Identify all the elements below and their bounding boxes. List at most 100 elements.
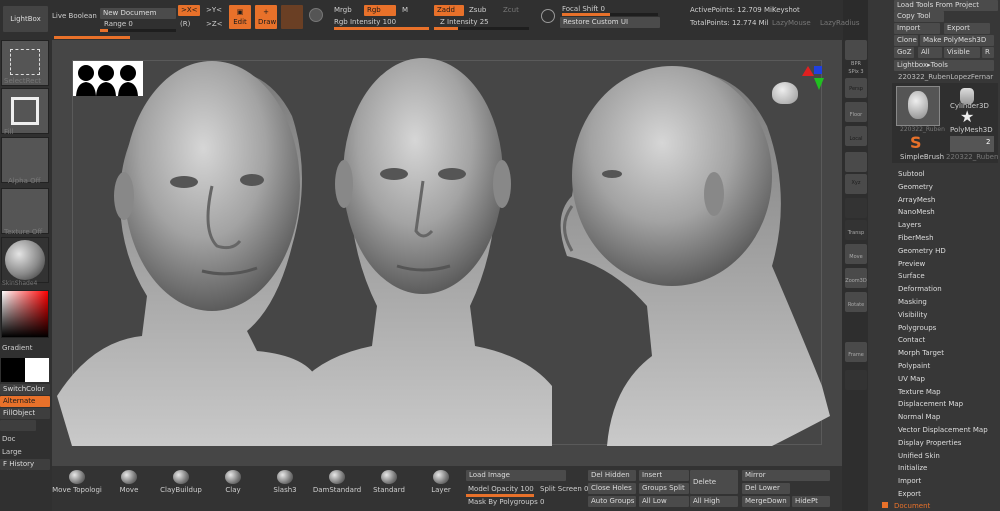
merge-down-button[interactable]: MergeDown [742, 496, 790, 507]
load-tools-from-project-button[interactable]: Load Tools From Project [894, 0, 998, 11]
color-picker[interactable] [1, 290, 49, 338]
del-hidden-button[interactable]: Del Hidden [588, 470, 636, 481]
navigation-gizmo[interactable] [764, 64, 824, 124]
switch-color-button[interactable]: SwitchColor [0, 384, 50, 395]
z-intensity-slider[interactable] [434, 27, 529, 30]
subpalette-initialize[interactable]: Initialize [898, 464, 927, 472]
subpalette-geometry[interactable]: Geometry [898, 183, 933, 191]
brush-layer[interactable]: Layer [416, 466, 466, 511]
subpalette-subtool[interactable]: Subtool [898, 170, 925, 178]
lightbox-button[interactable]: LightBox [3, 6, 48, 32]
gradient-toggle[interactable]: Gradient [2, 344, 32, 352]
visible-button[interactable]: Visible [944, 47, 980, 58]
brush-standard[interactable]: Standard [364, 466, 414, 511]
rgb-intensity-label[interactable]: Rgb Intensity 100 [334, 18, 396, 26]
subpalette-contact[interactable]: Contact [898, 336, 925, 344]
groups-split-button[interactable]: Groups Split [639, 483, 689, 494]
subpalette-displacement-map[interactable]: Displacement Map [898, 400, 963, 408]
subpalette-import[interactable]: Import [898, 477, 921, 485]
subpalette-texture-map[interactable]: Texture Map [898, 388, 941, 396]
close-holes-button[interactable]: Close Holes [588, 483, 636, 494]
auto-groups-button[interactable]: Auto Groups [588, 496, 636, 507]
mrgb-toggle[interactable]: Mrgb [334, 6, 352, 14]
rotate-axis-button[interactable] [845, 198, 867, 218]
simplebrush-icon[interactable]: S [910, 135, 922, 151]
draw-button[interactable]: + Draw [255, 5, 277, 29]
large-menu[interactable]: Large [2, 448, 22, 456]
subpalette-morph-target[interactable]: Morph Target [898, 349, 944, 357]
brush-clay[interactable]: Clay [208, 466, 258, 511]
subpalette-vector-displacement-map[interactable]: Vector Displacement Map [898, 426, 988, 434]
symmetry-z-button[interactable]: >Z< [206, 20, 223, 28]
fill-object-slider[interactable] [0, 420, 36, 431]
insert-button[interactable]: Insert [639, 470, 689, 481]
clone-button[interactable]: Clone [894, 35, 918, 46]
bpr-button[interactable] [845, 40, 867, 60]
subpalette-masking[interactable]: Masking [898, 298, 927, 306]
load-image-button[interactable]: Load Image [466, 470, 566, 481]
polymesh-star-icon[interactable]: ★ [960, 109, 974, 125]
symmetry-y-button[interactable]: >Y< [206, 6, 222, 14]
symmetry-x-button[interactable]: >X< [178, 5, 200, 16]
lazyradius-label[interactable]: LazyRadius [820, 19, 859, 27]
spix-label[interactable]: SPix 3 [845, 69, 867, 75]
subpalette-geometry-hd[interactable]: Geometry HD [898, 247, 946, 255]
lazymouse-button[interactable]: LazyMouse [772, 19, 811, 27]
subpalette-arraymesh[interactable]: ArrayMesh [898, 196, 935, 204]
keyshot-button[interactable]: Keyshot [772, 6, 800, 14]
model-opacity-slider[interactable] [466, 494, 534, 497]
range-slider[interactable] [100, 29, 176, 32]
all-low-button[interactable]: All Low [639, 496, 689, 507]
copy-tool-button[interactable]: Copy Tool [894, 11, 944, 22]
subpalette-export[interactable]: Export [898, 490, 921, 498]
secondary-color-swatch[interactable] [25, 358, 49, 382]
zsub-toggle[interactable]: Zsub [469, 6, 486, 14]
subpalette-visibility[interactable]: Visibility [898, 311, 927, 319]
m-toggle[interactable]: M [402, 6, 408, 14]
material-button[interactable] [1, 237, 49, 283]
delete-button[interactable]: Delete [690, 470, 738, 494]
subpalette-uv-map[interactable]: UV Map [898, 375, 925, 383]
z-intensity-label[interactable]: Z Intensity 25 [440, 18, 489, 26]
live-boolean-toggle[interactable]: Live Boolean [52, 12, 97, 20]
mask-by-polygroups-label[interactable]: Mask By Polygroups 0 [468, 498, 544, 506]
make-polymesh-button[interactable]: Make PolyMesh3D [920, 35, 994, 46]
subpalette-fibermesh[interactable]: FiberMesh [898, 234, 934, 242]
hidept-button[interactable]: HidePt [792, 496, 830, 507]
doc-menu[interactable]: Doc [2, 435, 16, 443]
subpalette-nanomesh[interactable]: NanoMesh [898, 208, 935, 216]
split-screen-label[interactable]: Split Screen 0 [540, 485, 589, 493]
solo-button[interactable] [845, 370, 867, 390]
subpalette-display-properties[interactable]: Display Properties [898, 439, 961, 447]
move-mode-button[interactable] [281, 5, 303, 29]
subpalette-layers[interactable]: Layers [898, 221, 921, 229]
r-button[interactable]: R [982, 47, 994, 58]
brush-claybuildup[interactable]: ClayBuildup [156, 466, 206, 511]
restore-custom-ui-button[interactable]: Restore Custom UI [560, 17, 660, 28]
sculpt-model-views[interactable] [52, 56, 832, 451]
subpalette-surface[interactable]: Surface [898, 272, 925, 280]
brush-slash3[interactable]: Slash3 [260, 466, 310, 511]
goz-button[interactable]: GoZ [894, 47, 914, 58]
subpalette-unified-skin[interactable]: Unified Skin [898, 452, 940, 460]
brush-damstandard[interactable]: DamStandard [312, 466, 362, 511]
edit-button[interactable]: ▣ Edit [229, 5, 251, 29]
new-document-button[interactable]: New Documem [100, 8, 176, 19]
fill-object-button[interactable]: FillObject [0, 408, 50, 419]
subpalette-deformation[interactable]: Deformation [898, 285, 942, 293]
rgb-intensity-slider[interactable] [334, 27, 429, 30]
focal-shift-label[interactable]: Focal Shift 0 [562, 5, 605, 13]
zcut-toggle[interactable]: Zcut [503, 6, 519, 14]
tool-thumb-head[interactable] [896, 86, 940, 126]
history-button[interactable]: F History [0, 459, 50, 470]
model-opacity-label[interactable]: Model Opacity 100 [468, 485, 534, 493]
lightbox-tools-button[interactable]: Lightbox▸Tools [894, 60, 994, 71]
all-high-button[interactable]: All High [690, 496, 738, 507]
export-tool-button[interactable]: Export [944, 23, 990, 34]
brush-move[interactable]: Move [104, 466, 154, 511]
mirror-button[interactable]: Mirror [742, 470, 830, 481]
document-menu[interactable]: Document [894, 502, 930, 510]
del-lower-button[interactable]: Del Lower [742, 483, 790, 494]
import-tool-button[interactable]: Import [894, 23, 940, 34]
subpalette-preview[interactable]: Preview [898, 260, 925, 268]
